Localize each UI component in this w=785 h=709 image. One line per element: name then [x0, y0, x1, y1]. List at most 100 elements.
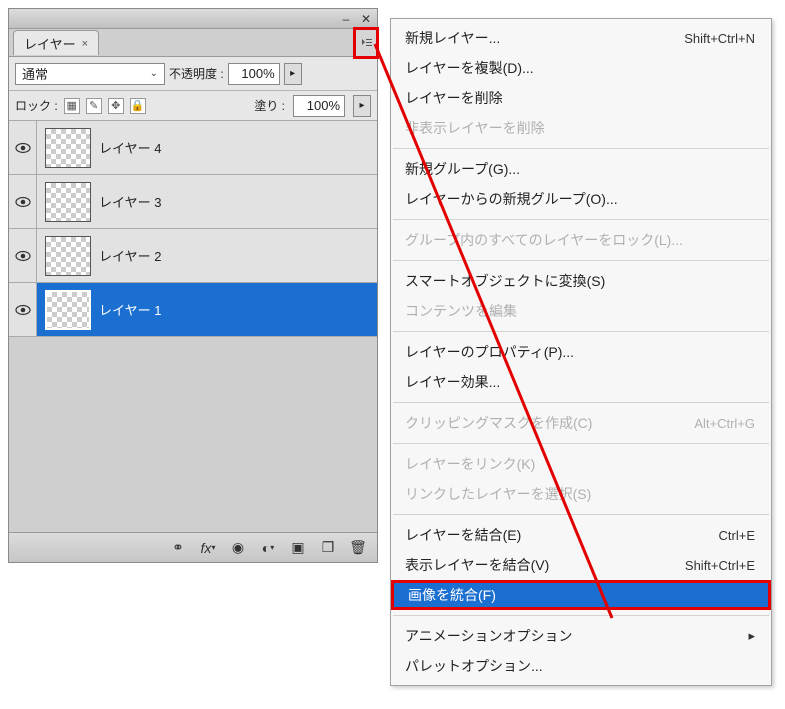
eye-icon: [15, 304, 31, 316]
menu-separator: [393, 402, 769, 403]
menu-item-label: レイヤーを結合(E): [405, 525, 521, 545]
menu-separator: [393, 443, 769, 444]
menu-item: レイヤーをリンク(K): [391, 449, 771, 479]
menu-item[interactable]: アニメーションオプション ▸: [391, 621, 771, 651]
menu-item[interactable]: パレットオプション...: [391, 651, 771, 681]
menu-item: 非表示レイヤーを削除: [391, 113, 771, 143]
menu-item[interactable]: レイヤーを結合(E) Ctrl+E: [391, 520, 771, 550]
menu-item-label: 新規レイヤー...: [405, 28, 500, 48]
group-icon[interactable]: ▣: [289, 539, 307, 557]
tab-close-icon[interactable]: ×: [82, 38, 88, 50]
opacity-value: 100%: [241, 66, 274, 81]
menu-item[interactable]: 表示レイヤーを結合(V)Shift+Ctrl+E: [391, 550, 771, 580]
visibility-toggle[interactable]: [9, 229, 37, 282]
tab-layers[interactable]: レイヤー ×: [13, 30, 99, 55]
close-icon[interactable]: ✕: [359, 12, 373, 26]
minimize-icon[interactable]: –: [339, 12, 353, 26]
menu-item-label: コンテンツを編集: [405, 301, 517, 321]
eye-icon: [15, 250, 31, 262]
menu-item-label: 非表示レイヤーを削除: [405, 118, 545, 138]
menu-item[interactable]: レイヤーのプロパティ(P)...: [391, 337, 771, 367]
menu-item[interactable]: レイヤーを複製(D)...: [391, 53, 771, 83]
layer-item[interactable]: レイヤー 1: [9, 283, 377, 337]
opacity-input[interactable]: 100%: [228, 63, 280, 85]
menu-item[interactable]: 新規グループ(G)...: [391, 154, 771, 184]
menu-separator: [393, 615, 769, 616]
fill-stepper[interactable]: ▸: [353, 95, 371, 117]
menu-item[interactable]: レイヤーを削除: [391, 83, 771, 113]
menu-item-label: 画像を統合(F): [408, 585, 496, 605]
layer-name: レイヤー 3: [99, 192, 161, 211]
link-icon[interactable]: ⚭: [169, 539, 187, 557]
opacity-label: 不透明度 :: [169, 65, 224, 82]
mask-icon[interactable]: ◉: [229, 539, 247, 557]
lock-position-icon[interactable]: ✥: [108, 98, 124, 114]
layer-name: レイヤー 4: [99, 138, 161, 157]
menu-item-label: レイヤーを削除: [405, 88, 503, 108]
menu-item[interactable]: 画像を統合(F): [391, 580, 771, 610]
menu-separator: [393, 219, 769, 220]
menu-item-shortcut: Ctrl+E: [719, 528, 755, 543]
opacity-stepper[interactable]: ▸: [284, 63, 302, 85]
eye-icon: [15, 142, 31, 154]
menu-item[interactable]: レイヤー効果...: [391, 367, 771, 397]
menu-item-label: レイヤーをリンク(K): [405, 454, 535, 474]
lock-transparent-icon[interactable]: ▦: [64, 98, 80, 114]
menu-item: クリッピングマスクを作成(C)Alt+Ctrl+G: [391, 408, 771, 438]
menu-item: コンテンツを編集: [391, 296, 771, 326]
menu-item[interactable]: 新規レイヤー... Shift+Ctrl+N: [391, 23, 771, 53]
menu-item-shortcut: Alt+Ctrl+G: [694, 416, 755, 431]
blend-mode-select[interactable]: 通常 ⌄: [15, 63, 165, 85]
lock-pixels-icon[interactable]: ✎: [86, 98, 102, 114]
menu-separator: [393, 148, 769, 149]
menu-item[interactable]: レイヤーからの新規グループ(O)...: [391, 184, 771, 214]
trash-icon[interactable]: 🗑: [349, 539, 367, 557]
menu-item-label: 表示レイヤーを結合(V): [405, 555, 549, 575]
menu-item-label: スマートオブジェクトに変換(S): [405, 271, 605, 291]
layers-list: レイヤー 4 レイヤー 3 レイヤー 2 レイヤー 1: [9, 121, 377, 532]
layer-thumbnail[interactable]: [45, 236, 91, 276]
menu-item-label: リンクしたレイヤーを選択(S): [405, 484, 591, 504]
fx-icon[interactable]: fx▾: [199, 539, 217, 557]
layer-thumbnail[interactable]: [45, 182, 91, 222]
menu-separator: [393, 514, 769, 515]
layer-name: レイヤー 1: [99, 300, 161, 319]
layer-item[interactable]: レイヤー 3: [9, 175, 377, 229]
fill-value: 100%: [307, 98, 340, 113]
eye-icon: [15, 196, 31, 208]
adjustment-icon[interactable]: ◐▾: [259, 539, 277, 557]
visibility-toggle[interactable]: [9, 283, 37, 336]
tabs-row: レイヤー ×: [9, 29, 377, 57]
new-layer-icon[interactable]: ❐: [319, 539, 337, 557]
menu-icon: [361, 37, 373, 49]
menu-separator: [393, 260, 769, 261]
lock-label: ロック :: [15, 97, 58, 114]
layer-thumbnail[interactable]: [45, 290, 91, 330]
menu-item[interactable]: スマートオブジェクトに変換(S): [391, 266, 771, 296]
layer-item[interactable]: レイヤー 2: [9, 229, 377, 283]
menu-item-label: アニメーションオプション: [405, 626, 572, 646]
lock-all-icon[interactable]: 🔒: [130, 98, 146, 114]
menu-item-label: レイヤーからの新規グループ(O)...: [405, 189, 618, 209]
tab-label: レイヤー: [24, 34, 76, 53]
panel-footer: ⚭ fx▾ ◉ ◐▾ ▣ ❐ 🗑: [9, 532, 377, 562]
panel-titlebar: – ✕: [9, 9, 377, 29]
layer-name: レイヤー 2: [99, 246, 161, 265]
panel-menu-button[interactable]: [355, 29, 377, 57]
menu-item-label: 新規グループ(G)...: [405, 159, 520, 179]
lock-row: ロック : ▦ ✎ ✥ 🔒 塗り : 100% ▸: [9, 91, 377, 121]
layer-thumbnail[interactable]: [45, 128, 91, 168]
menu-separator: [393, 331, 769, 332]
menu-item-label: レイヤーのプロパティ(P)...: [405, 342, 574, 362]
menu-item-label: レイヤー効果...: [405, 372, 500, 392]
menu-item-label: レイヤーを複製(D)...: [405, 58, 534, 78]
visibility-toggle[interactable]: [9, 175, 37, 228]
menu-item-shortcut: Shift+Ctrl+N: [684, 31, 755, 46]
fill-label: 塗り :: [254, 97, 285, 114]
layer-item[interactable]: レイヤー 4: [9, 121, 377, 175]
visibility-toggle[interactable]: [9, 121, 37, 174]
layers-panel: – ✕ レイヤー × 通常 ⌄ 不透明度 : 100% ▸: [8, 8, 378, 563]
submenu-arrow-icon: ▸: [748, 628, 755, 644]
fill-input[interactable]: 100%: [293, 95, 345, 117]
chevron-down-icon: ⌄: [150, 68, 158, 79]
